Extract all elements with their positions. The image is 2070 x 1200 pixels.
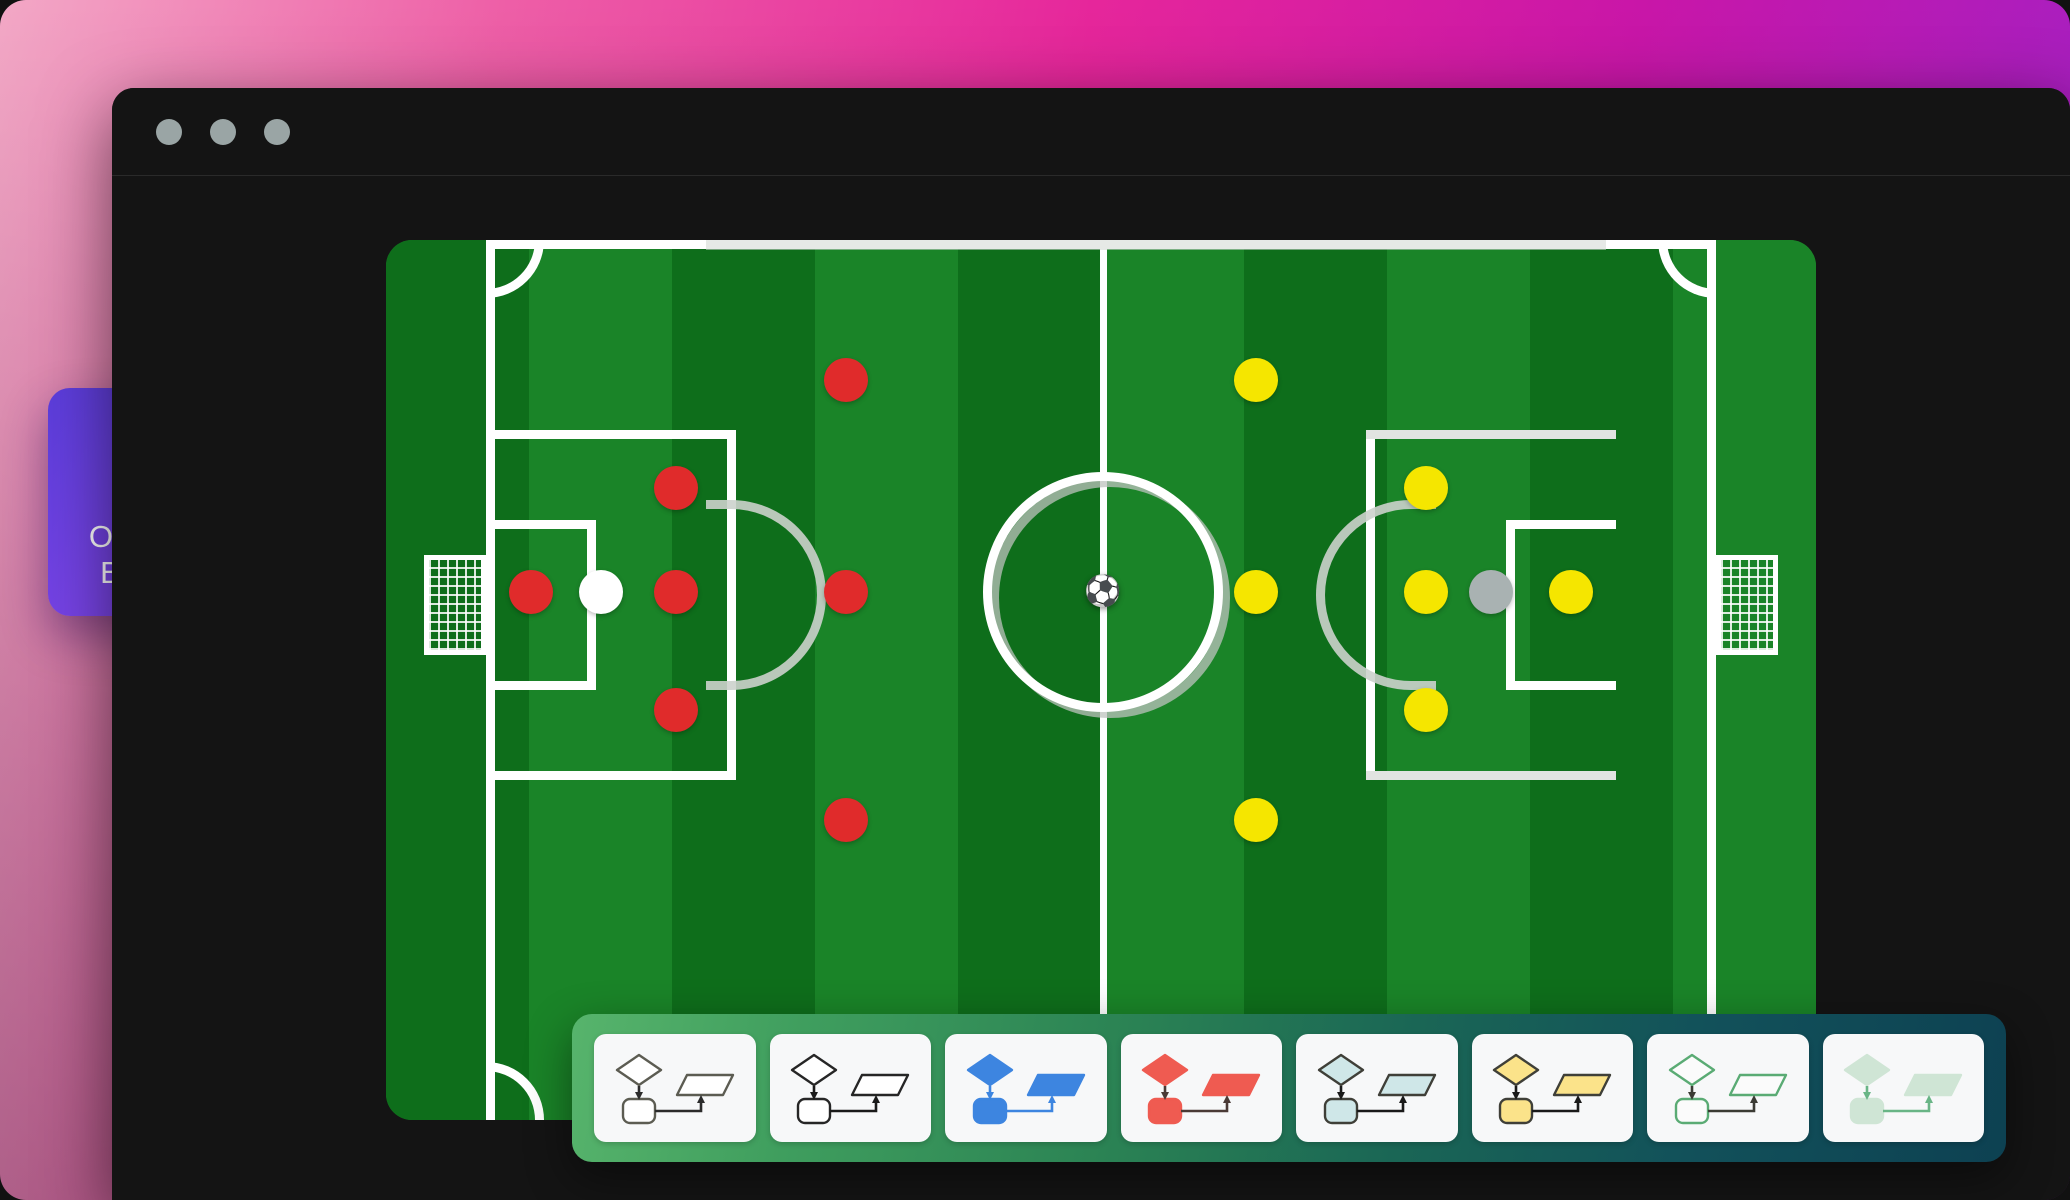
- player-token-yel-5[interactable]: [1234, 358, 1278, 402]
- player-token-red-1[interactable]: [509, 570, 553, 614]
- template-card-t2[interactable]: [769, 1034, 931, 1142]
- template-preview-icon: [615, 1053, 734, 1125]
- marker-token-gray-marker[interactable]: [1469, 570, 1513, 614]
- player-token-red-3[interactable]: [654, 466, 698, 510]
- template-card-t3[interactable]: [945, 1034, 1107, 1142]
- player-token-yel-2[interactable]: [1404, 570, 1448, 614]
- window-content: ⚽: [112, 176, 2070, 1200]
- player-token-yel-3[interactable]: [1404, 466, 1448, 510]
- template-card-t5[interactable]: [1296, 1034, 1458, 1142]
- player-token-yel-6[interactable]: [1234, 570, 1278, 614]
- template-preview-icon: [966, 1053, 1085, 1125]
- player-token-yel-4[interactable]: [1404, 688, 1448, 732]
- penalty-area-right-highlight-top: [1366, 430, 1616, 439]
- soccer-pitch-canvas[interactable]: ⚽: [386, 240, 1816, 1120]
- player-token-red-6[interactable]: [824, 570, 868, 614]
- template-preview-icon: [1142, 1053, 1261, 1125]
- player-token-yel-1[interactable]: [1549, 570, 1593, 614]
- zoom-icon[interactable]: [264, 118, 290, 145]
- template-preview-icon: [1317, 1053, 1436, 1125]
- template-preview-icon: [1493, 1053, 1612, 1125]
- touchline-highlight: [706, 240, 1606, 250]
- template-card-t1[interactable]: [594, 1034, 756, 1142]
- template-preview-icon: [1844, 1053, 1963, 1125]
- minimize-icon[interactable]: [210, 118, 236, 145]
- close-icon[interactable]: [156, 118, 182, 145]
- theme-template-strip[interactable]: [572, 1014, 2006, 1162]
- player-token-yel-7[interactable]: [1234, 798, 1278, 842]
- player-token-red-4[interactable]: [654, 688, 698, 732]
- goal-net-left: [424, 555, 486, 655]
- soccer-ball-icon[interactable]: ⚽: [1084, 577, 1121, 607]
- app-window: ⚽: [112, 88, 2070, 1200]
- goal-net-right: [1716, 555, 1778, 655]
- marker-token-white-marker[interactable]: [579, 570, 623, 614]
- template-preview-icon: [791, 1053, 910, 1125]
- player-token-red-5[interactable]: [824, 358, 868, 402]
- template-card-t6[interactable]: [1471, 1034, 1633, 1142]
- template-card-t4[interactable]: [1120, 1034, 1282, 1142]
- template-card-t7[interactable]: [1647, 1034, 1809, 1142]
- traffic-light-controls: [156, 118, 290, 145]
- gradient-backdrop: One ClickBeautify: [0, 0, 2070, 1200]
- penalty-area-right-highlight-bottom: [1366, 771, 1616, 780]
- player-token-red-2[interactable]: [654, 570, 698, 614]
- player-token-red-7[interactable]: [824, 798, 868, 842]
- template-preview-icon: [1668, 1053, 1787, 1125]
- window-titlebar: [112, 88, 2070, 176]
- template-card-t8[interactable]: [1822, 1034, 1984, 1142]
